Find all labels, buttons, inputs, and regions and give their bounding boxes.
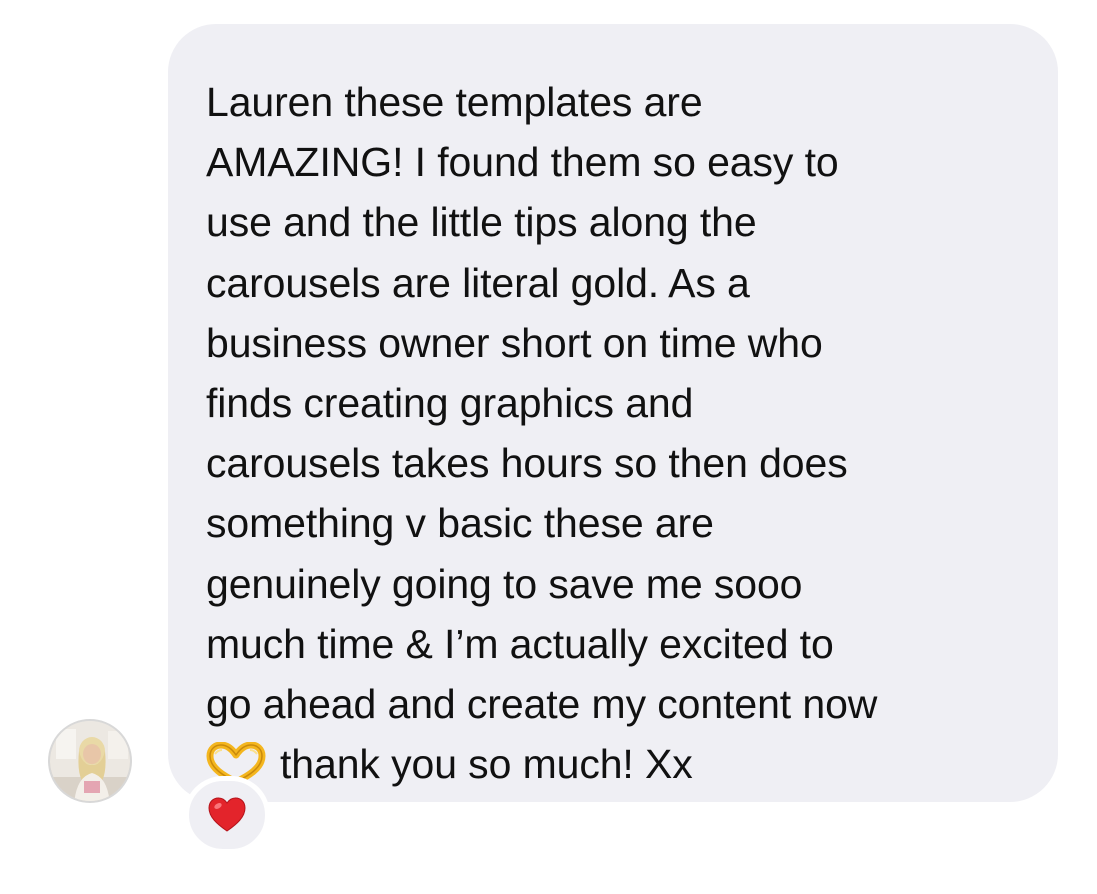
avatar-photo <box>50 721 130 801</box>
message-line: AMAZING! I found them so easy to <box>206 139 839 186</box>
message-line: something v basic these are <box>206 500 714 547</box>
message-last-line: thank you so much! Xx <box>206 734 1028 794</box>
red-heart-icon <box>208 797 246 832</box>
reaction-badge[interactable] <box>184 776 270 854</box>
message-line: business owner short on time who <box>206 319 823 366</box>
message-line: go ahead and create my content now <box>206 681 878 728</box>
message-line: use and the little tips along the <box>206 199 757 246</box>
message-line: carousels are literal gold. As a <box>206 259 750 306</box>
message-line: Lauren these templates are <box>206 79 703 125</box>
message-line: finds creating graphics and <box>206 380 694 427</box>
message-line: much time & I’m actually excited to <box>206 620 834 667</box>
message-line: genuinely going to save me sooo <box>206 560 803 607</box>
message-line: carousels takes hours so then does <box>206 440 848 487</box>
avatar[interactable] <box>48 719 132 803</box>
message-line-text: thank you so much! Xx <box>280 741 693 788</box>
message-bubble[interactable]: Lauren these templates are AMAZING! I fo… <box>168 24 1058 802</box>
